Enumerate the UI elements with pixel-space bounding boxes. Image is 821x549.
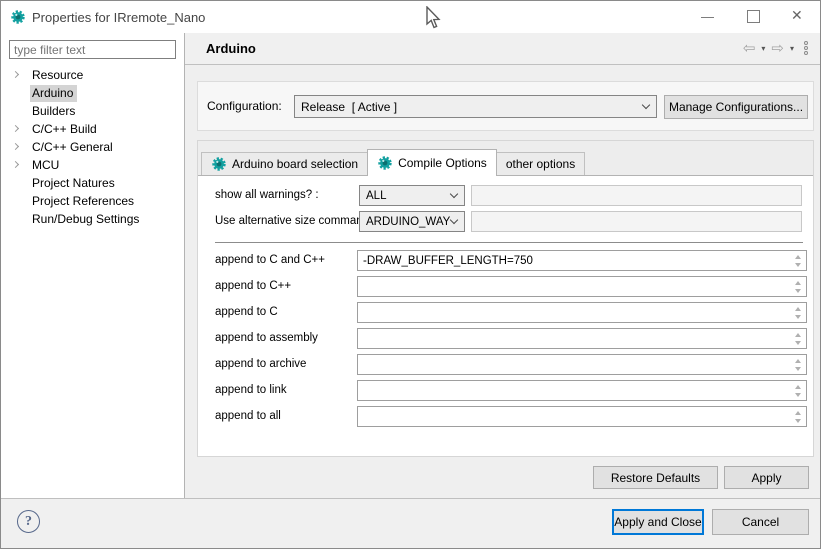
forward-dropdown-icon[interactable]: ▾	[789, 44, 795, 53]
append-all-label: append to all	[215, 406, 281, 427]
tree-item-cpp-build[interactable]: C/C++ Build	[1, 120, 184, 138]
append-archive-input[interactable]	[358, 355, 788, 374]
append-c-label: append to C	[215, 302, 278, 323]
title-bar: Properties for IRremote_Nano ✕	[1, 1, 820, 33]
tree-item-builders[interactable]: Builders	[1, 102, 184, 120]
tree-item-cpp-general[interactable]: C/C++ General	[1, 138, 184, 156]
tab-compile-options[interactable]: Compile Options	[367, 149, 497, 176]
append-link-field	[357, 380, 807, 401]
chevron-down-icon	[642, 100, 650, 108]
tree-item-run-debug-settings[interactable]: Run/Debug Settings	[1, 210, 184, 228]
spinner-icon[interactable]	[790, 381, 805, 400]
append-c-cpp-field	[357, 250, 807, 271]
show-all-warnings-label: show all warnings? :	[215, 185, 319, 206]
append-assembly-input[interactable]	[358, 329, 788, 348]
expander-icon[interactable]	[12, 143, 19, 150]
properties-dialog: Properties for IRremote_Nano ✕ Resource …	[0, 0, 821, 549]
tree-item-project-natures[interactable]: Project Natures	[1, 174, 184, 192]
expander-icon[interactable]	[12, 161, 19, 168]
options-tab-folder: Arduino board selection Compile Options …	[197, 140, 814, 457]
forward-icon[interactable]: ⇨	[771, 39, 784, 57]
minimize-icon	[701, 17, 714, 18]
append-link-label: append to link	[215, 380, 287, 401]
tree-item-mcu[interactable]: MCU	[1, 156, 184, 174]
tree-item-arduino[interactable]: Arduino	[1, 84, 184, 102]
maximize-icon	[747, 10, 760, 23]
sidebar: Resource Arduino Builders C/C++ Build C/…	[1, 33, 185, 498]
spinner-icon[interactable]	[790, 251, 805, 270]
spinner-icon[interactable]	[790, 329, 805, 348]
main-panel: Arduino ⇦ ▾ ⇨ ▾ Configuration: Release […	[185, 33, 820, 498]
append-cpp-label: append to C++	[215, 276, 291, 297]
configuration-group: Configuration: Release [ Active ] Manage…	[197, 81, 814, 131]
show-all-warnings-extra-field	[471, 185, 802, 206]
gear-app-icon	[10, 9, 26, 25]
page-header: Arduino ⇦ ▾ ⇨ ▾	[185, 33, 820, 65]
history-nav: ⇦ ▾ ⇨ ▾	[743, 39, 808, 57]
chevron-down-icon	[450, 189, 458, 197]
separator	[215, 242, 803, 243]
append-all-input[interactable]	[358, 407, 788, 426]
spinner-icon[interactable]	[790, 277, 805, 296]
alt-size-command-label: Use alternative size command? :	[215, 211, 382, 232]
view-menu-icon[interactable]	[804, 41, 808, 55]
spinner-icon[interactable]	[790, 355, 805, 374]
manage-configurations-button[interactable]: Manage Configurations...	[664, 95, 808, 119]
tab-strip: Arduino board selection Compile Options …	[198, 141, 813, 176]
append-link-input[interactable]	[358, 381, 788, 400]
filter-input[interactable]	[9, 40, 176, 59]
expander-icon[interactable]	[12, 71, 19, 78]
append-c-field	[357, 302, 807, 323]
configuration-label: Configuration:	[207, 99, 282, 113]
window-title: Properties for IRremote_Nano	[32, 10, 205, 25]
append-archive-label: append to archive	[215, 354, 306, 375]
append-archive-field	[357, 354, 807, 375]
append-cpp-input[interactable]	[358, 277, 788, 296]
close-icon: ✕	[791, 8, 803, 24]
show-all-warnings-select[interactable]: ALL	[359, 185, 465, 206]
gear-icon	[211, 156, 227, 172]
gear-icon	[377, 155, 393, 171]
tab-other-options[interactable]: other options	[496, 152, 585, 175]
dialog-button-bar: ? Apply and Close Cancel	[1, 498, 820, 549]
expander-icon[interactable]	[12, 125, 19, 132]
spinner-icon[interactable]	[790, 407, 805, 426]
tree-item-project-references[interactable]: Project References	[1, 192, 184, 210]
back-icon[interactable]: ⇦	[743, 39, 756, 57]
cancel-button[interactable]: Cancel	[712, 509, 809, 535]
maximize-button[interactable]	[731, 1, 777, 33]
close-button[interactable]: ✕	[777, 1, 821, 33]
tree-item-resource[interactable]: Resource	[1, 66, 184, 84]
apply-button[interactable]: Apply	[724, 466, 809, 489]
append-assembly-label: append to assembly	[215, 328, 318, 349]
configuration-select[interactable]: Release [ Active ]	[294, 95, 657, 118]
help-icon[interactable]: ?	[17, 510, 40, 533]
alt-size-command-extra-field	[471, 211, 802, 232]
append-c-cpp-label: append to C and C++	[215, 250, 325, 271]
append-c-input[interactable]	[358, 303, 788, 322]
append-assembly-field	[357, 328, 807, 349]
append-cpp-field	[357, 276, 807, 297]
alt-size-command-select[interactable]: ARDUINO_WAY	[359, 211, 465, 232]
apply-and-close-button[interactable]: Apply and Close	[612, 509, 704, 535]
tab-arduino-board-selection[interactable]: Arduino board selection	[201, 152, 368, 175]
page-title: Arduino	[206, 41, 256, 56]
properties-tree: Resource Arduino Builders C/C++ Build C/…	[1, 66, 184, 228]
spinner-icon[interactable]	[790, 303, 805, 322]
append-all-field	[357, 406, 807, 427]
restore-defaults-button[interactable]: Restore Defaults	[593, 466, 718, 489]
minimize-button[interactable]	[685, 1, 731, 33]
chevron-down-icon	[450, 215, 458, 223]
append-c-cpp-input[interactable]	[358, 251, 788, 270]
back-dropdown-icon[interactable]: ▾	[760, 44, 766, 53]
